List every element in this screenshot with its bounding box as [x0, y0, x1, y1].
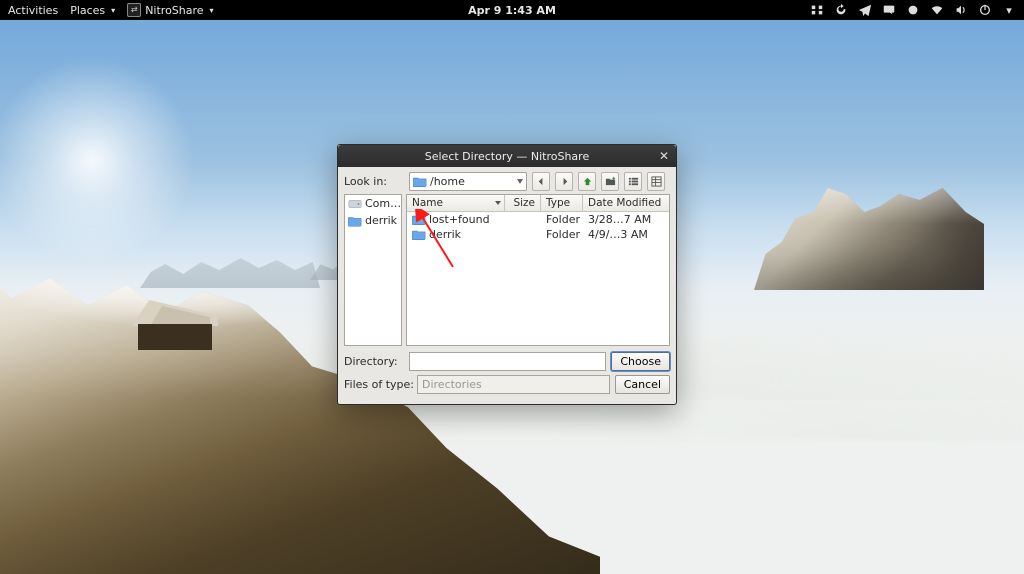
arrow-up-icon [582, 176, 593, 187]
file-date: 3/28…7 AM [583, 213, 669, 226]
nav-up-button[interactable] [578, 172, 596, 191]
choose-button-label: Choose [620, 355, 661, 368]
chevron-down-icon [517, 179, 523, 184]
column-header-label: Type [546, 197, 570, 209]
dialog-title: Select Directory — NitroShare [425, 150, 589, 163]
folder-icon [348, 215, 362, 227]
caret-down-icon[interactable]: ▾ [1002, 3, 1016, 17]
sidebar-item-label: Com… [365, 197, 401, 210]
dialog-titlebar[interactable]: Select Directory — NitroShare ✕ [338, 145, 676, 167]
app-menu[interactable]: ⇄ NitroShare ▾ [127, 3, 213, 17]
network-wifi-icon[interactable] [930, 3, 944, 17]
detail-view-icon [651, 176, 662, 187]
view-detail-button[interactable] [647, 172, 665, 191]
caret-down-icon: ▾ [111, 6, 115, 15]
sort-indicator-icon [495, 201, 501, 205]
file-list-rows[interactable]: lost+found Folder 3/28…7 AM derrik Folde… [407, 212, 669, 345]
look-in-path: /home [430, 175, 465, 188]
files-of-type-combo[interactable] [417, 375, 610, 394]
file-date: 4/9/…3 AM [583, 228, 669, 241]
directory-label: Directory: [344, 355, 404, 368]
file-name: derrik [429, 228, 461, 241]
new-folder-button[interactable] [601, 172, 619, 191]
column-header-label: Size [513, 197, 535, 209]
wallpaper-chalet [132, 300, 218, 350]
close-button[interactable]: ✕ [656, 148, 672, 164]
arrow-right-icon [559, 176, 570, 187]
places-label: Places [70, 4, 105, 17]
column-header-type[interactable]: Type [541, 195, 583, 211]
tray-telegram-icon[interactable] [858, 3, 872, 17]
look-in-label: Look in: [344, 175, 404, 188]
list-view-icon [628, 176, 639, 187]
file-name: lost+found [429, 213, 490, 226]
close-icon: ✕ [659, 149, 669, 163]
activities-button[interactable]: Activities [8, 4, 58, 17]
file-type: Folder [541, 228, 583, 241]
top-bar: Activities Places ▾ ⇄ NitroShare ▾ Apr 9… [0, 0, 1024, 20]
column-header-label: Name [412, 197, 443, 209]
places-sidebar[interactable]: Com… derrik [344, 194, 402, 346]
look-in-combo[interactable]: /home [409, 172, 527, 191]
folder-icon [412, 229, 426, 240]
new-folder-icon [605, 176, 616, 187]
tray-discord-icon[interactable] [882, 3, 896, 17]
nav-forward-button[interactable] [555, 172, 573, 191]
volume-icon[interactable] [954, 3, 968, 17]
power-icon[interactable] [978, 3, 992, 17]
clock[interactable]: Apr 9 1:43 AM [468, 4, 556, 17]
clock-label: Apr 9 1:43 AM [468, 4, 556, 17]
folder-icon [412, 214, 426, 225]
column-header-label: Date Modified [588, 197, 661, 209]
choose-button[interactable]: Choose [611, 352, 670, 371]
sidebar-item-computer[interactable]: Com… [345, 195, 401, 212]
files-of-type-label: Files of type: [344, 378, 412, 391]
system-tray: ▾ [810, 3, 1016, 17]
tray-indicator-icon[interactable] [810, 3, 824, 17]
column-header-name[interactable]: Name [407, 195, 505, 211]
nav-back-button[interactable] [532, 172, 550, 191]
file-list-header: Name Size Type Date Modified [407, 195, 669, 212]
sidebar-item-label: derrik [365, 214, 397, 227]
view-list-button[interactable] [624, 172, 642, 191]
cancel-button-label: Cancel [624, 378, 661, 391]
cancel-button[interactable]: Cancel [615, 375, 670, 394]
app-menu-label: NitroShare [145, 4, 203, 17]
file-list: Name Size Type Date Modified lost+found … [406, 194, 670, 346]
arrow-left-icon [536, 176, 547, 187]
directory-input[interactable] [409, 352, 606, 371]
app-indicator-icon: ⇄ [127, 3, 141, 17]
tray-refresh-icon[interactable] [834, 3, 848, 17]
file-row[interactable]: derrik Folder 4/9/…3 AM [407, 227, 669, 242]
select-directory-dialog: Select Directory — NitroShare ✕ Look in:… [337, 144, 677, 405]
column-header-date[interactable]: Date Modified [583, 195, 669, 211]
sidebar-item-home[interactable]: derrik [345, 212, 401, 229]
folder-icon [413, 176, 427, 187]
tray-app-icon[interactable] [906, 3, 920, 17]
column-header-size[interactable]: Size [505, 195, 541, 211]
caret-down-icon: ▾ [210, 6, 214, 15]
drive-icon [348, 198, 362, 210]
file-row[interactable]: lost+found Folder 3/28…7 AM [407, 212, 669, 227]
places-menu[interactable]: Places ▾ [70, 4, 115, 17]
file-type: Folder [541, 213, 583, 226]
activities-label: Activities [8, 4, 58, 17]
